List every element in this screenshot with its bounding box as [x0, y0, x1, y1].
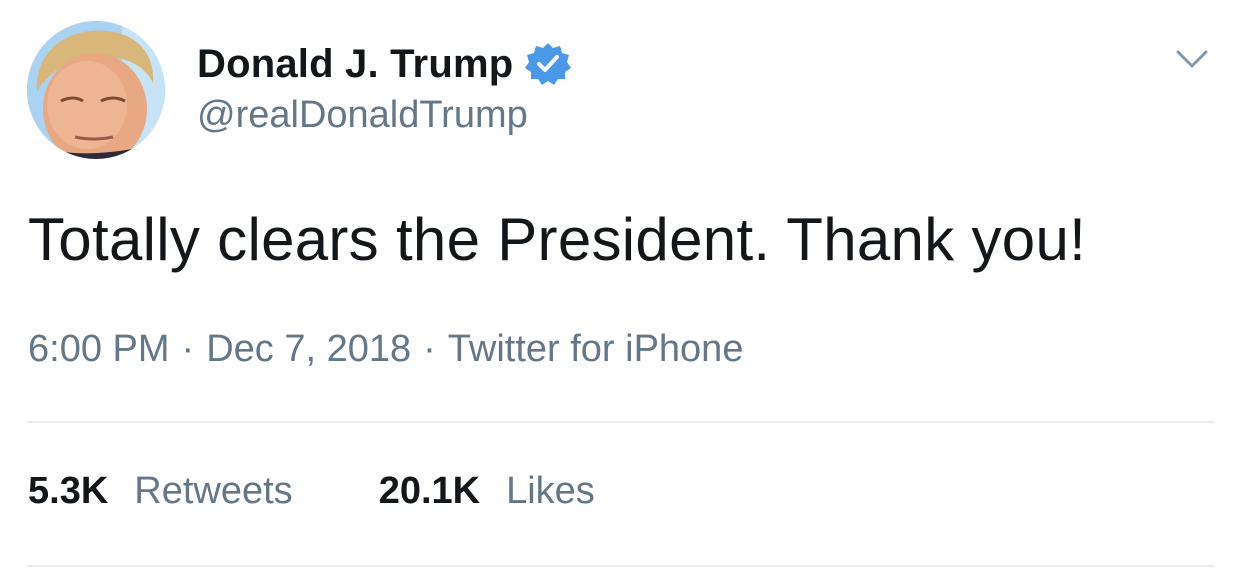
avatar[interactable] [27, 21, 165, 159]
retweets-count: 5.3K [28, 470, 109, 512]
verified-badge-icon [525, 41, 572, 87]
tweet-time[interactable]: 6:00 PM [28, 328, 170, 370]
author-name-row: Donald J. Trump [197, 40, 572, 88]
retweets-label: Retweets [134, 470, 293, 512]
tweet-date[interactable]: Dec 7, 2018 [206, 328, 411, 370]
tweet-source[interactable]: Twitter for iPhone [448, 328, 744, 370]
author-display-name[interactable]: Donald J. Trump [197, 42, 513, 87]
likes-stat[interactable]: 20.1K Likes [379, 470, 595, 513]
likes-count: 20.1K [378, 470, 481, 512]
likes-label: Likes [506, 470, 595, 512]
meta-separator: · [181, 328, 195, 370]
tweet-stats: 5.3K Retweets 20.1K Likes [28, 470, 595, 513]
author-handle[interactable]: @realDonaldTrump [197, 94, 528, 137]
retweets-stat[interactable]: 5.3K Retweets [28, 470, 293, 513]
avatar-image [27, 21, 165, 159]
divider [27, 565, 1215, 567]
chevron-down-icon[interactable] [1172, 40, 1212, 80]
tweet-text: Totally clears the President. Thank you! [28, 206, 1087, 273]
tweet-meta: 6:00 PM · Dec 7, 2018 · Twitter for iPhone [28, 328, 743, 371]
divider [27, 421, 1215, 423]
tweet-card: Donald J. Trump @realDonaldTrump Totally… [0, 0, 1242, 571]
meta-separator: · [423, 328, 436, 370]
